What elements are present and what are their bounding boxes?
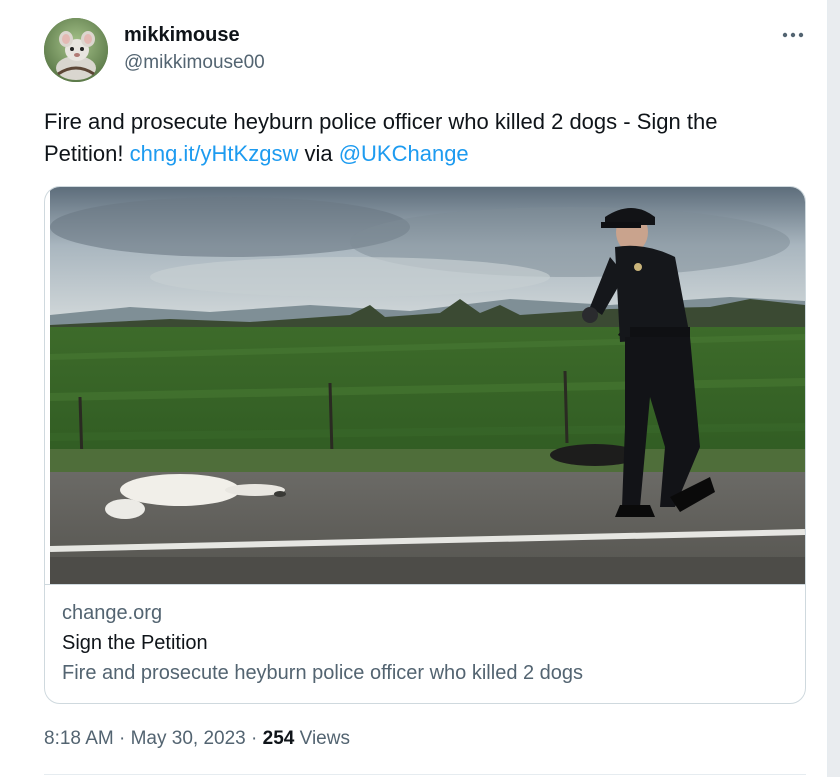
avatar-image — [44, 18, 108, 82]
tweet-meta: 8:18 AM · May 30, 2023 · 254 Views — [44, 728, 350, 750]
tweet-date[interactable]: May 30, 2023 — [131, 728, 246, 749]
meta-separator: · — [113, 728, 131, 749]
views-count[interactable]: 254 — [263, 728, 295, 749]
mention-link[interactable]: @UKChange — [339, 141, 469, 166]
card-domain: change.org — [62, 602, 163, 624]
more-options-button[interactable] — [778, 20, 808, 50]
card-description: Fire and prosecute heyburn police office… — [62, 662, 584, 684]
tweet-time[interactable]: 8:18 AM — [44, 728, 114, 749]
author-handle[interactable]: @mikkimouse00 — [124, 52, 265, 74]
more-icon — [782, 32, 804, 38]
card-title: Sign the Petition — [62, 632, 208, 654]
page: mikkimouse @mikkimouse00 Fire and prosec… — [0, 0, 840, 777]
author-display-name[interactable]: mikkimouse — [124, 24, 240, 47]
divider — [44, 774, 806, 775]
avatar[interactable] — [44, 18, 108, 82]
petition-link[interactable]: chng.it/yHtKzgsw — [130, 141, 299, 166]
meta-separator: · — [245, 728, 263, 749]
via-text: via — [298, 141, 339, 166]
link-card[interactable]: change.org Sign the Petition Fire and pr… — [44, 186, 806, 704]
tweet[interactable]: mikkimouse @mikkimouse00 Fire and prosec… — [0, 0, 828, 777]
card-image — [50, 187, 805, 584]
tweet-text: Fire and prosecute heyburn police office… — [44, 106, 784, 170]
views-label: Views — [294, 728, 350, 749]
card-body[interactable]: change.org Sign the Petition Fire and pr… — [45, 584, 805, 703]
